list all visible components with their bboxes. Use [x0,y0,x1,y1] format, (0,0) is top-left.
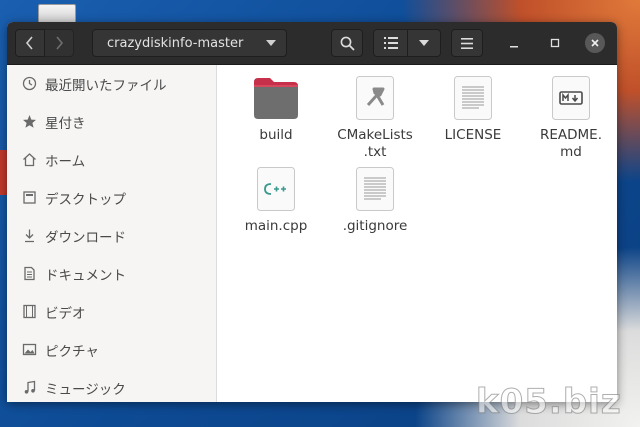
list-view-button[interactable] [373,29,408,57]
document-icon [21,265,37,281]
forward-button[interactable] [44,29,74,57]
list-view-icon [383,37,398,49]
sidebar-item-downloads[interactable]: ダウンロード [7,217,216,253]
sidebar-item-label: 最近開いたファイル [45,78,167,94]
places-sidebar: 最近開いたファイル 星付き ホーム デスクトップ ダウンロード ドキュメント ビ… [7,65,217,402]
view-options-dropdown[interactable] [407,29,441,57]
sidebar-item-home[interactable]: ホーム [7,141,216,177]
download-icon [21,227,37,243]
file-label: CMakeLists .txt [337,127,413,160]
file-label: .gitignore [342,218,408,234]
desktop-icon [21,189,37,205]
menu-button[interactable] [451,29,483,57]
sidebar-item-label: デスクトップ [45,192,126,208]
sidebar-item-desktop[interactable]: デスクトップ [7,179,216,215]
chevron-left-icon [25,36,33,50]
drive-icon[interactable] [38,4,76,24]
file-item-cmakelists[interactable]: CMakeLists .txt [327,73,423,161]
headerbar: crazydiskinfo-master [7,22,617,65]
path-bar-button[interactable]: crazydiskinfo-master [92,29,287,57]
star-icon [21,113,37,129]
back-button[interactable] [15,29,45,57]
sidebar-item-documents[interactable]: ドキュメント [7,255,216,291]
file-manager-window: crazydiskinfo-master 最近開いたファイル 星付き ホーム デ… [7,22,617,402]
music-icon [21,379,37,395]
home-icon [21,151,37,167]
clock-icon [21,75,37,91]
sidebar-item-label: ビデオ [45,306,86,322]
file-item-readme[interactable]: README. md [523,73,617,161]
sidebar-item-music[interactable]: ミュージック [7,369,216,402]
sidebar-item-label: ホーム [45,154,86,170]
file-label: LICENSE [444,127,502,143]
search-button[interactable] [331,29,363,57]
text-file-icon [350,164,400,214]
close-icon [591,39,599,47]
text-file-icon [448,73,498,123]
file-item-gitignore[interactable]: .gitignore [327,164,423,235]
sidebar-item-pictures[interactable]: ピクチャ [7,331,216,367]
sidebar-item-label: ダウンロード [45,230,126,246]
markdown-file-icon [546,73,596,123]
sidebar-item-label: ドキュメント [45,268,126,284]
folder-icon [251,73,301,123]
file-grid: build CMakeLists .txt LICENSE README. md… [217,65,617,402]
sidebar-item-recent[interactable]: 最近開いたファイル [7,65,216,101]
current-folder-label: crazydiskinfo-master [107,35,244,51]
video-icon [21,303,37,319]
chevron-right-icon [56,36,64,50]
picture-icon [21,341,37,357]
close-button[interactable] [585,33,605,53]
sidebar-item-label: ピクチャ [45,344,99,360]
cpp-file-icon [251,164,301,214]
file-label: main.cpp [244,218,308,234]
minimize-button[interactable] [504,33,524,53]
caret-down-icon [419,40,429,46]
file-item-build[interactable]: build [228,73,324,144]
maximize-button[interactable] [545,33,565,53]
sidebar-item-label: ミュージック [45,382,126,398]
maximize-icon [550,38,560,48]
sidebar-item-label: 星付き [45,116,86,132]
hamburger-menu-icon [461,37,473,49]
cmake-file-icon [350,73,400,123]
caret-down-icon [266,40,276,46]
file-label: build [259,127,293,143]
file-item-main-cpp[interactable]: main.cpp [228,164,324,235]
minimize-icon [510,46,518,48]
sidebar-item-videos[interactable]: ビデオ [7,293,216,329]
sidebar-item-starred[interactable]: 星付き [7,103,216,139]
search-icon [340,36,355,51]
file-label: README. md [539,127,602,160]
file-item-license[interactable]: LICENSE [425,73,521,144]
watermark-text: k05.biz [476,382,622,423]
